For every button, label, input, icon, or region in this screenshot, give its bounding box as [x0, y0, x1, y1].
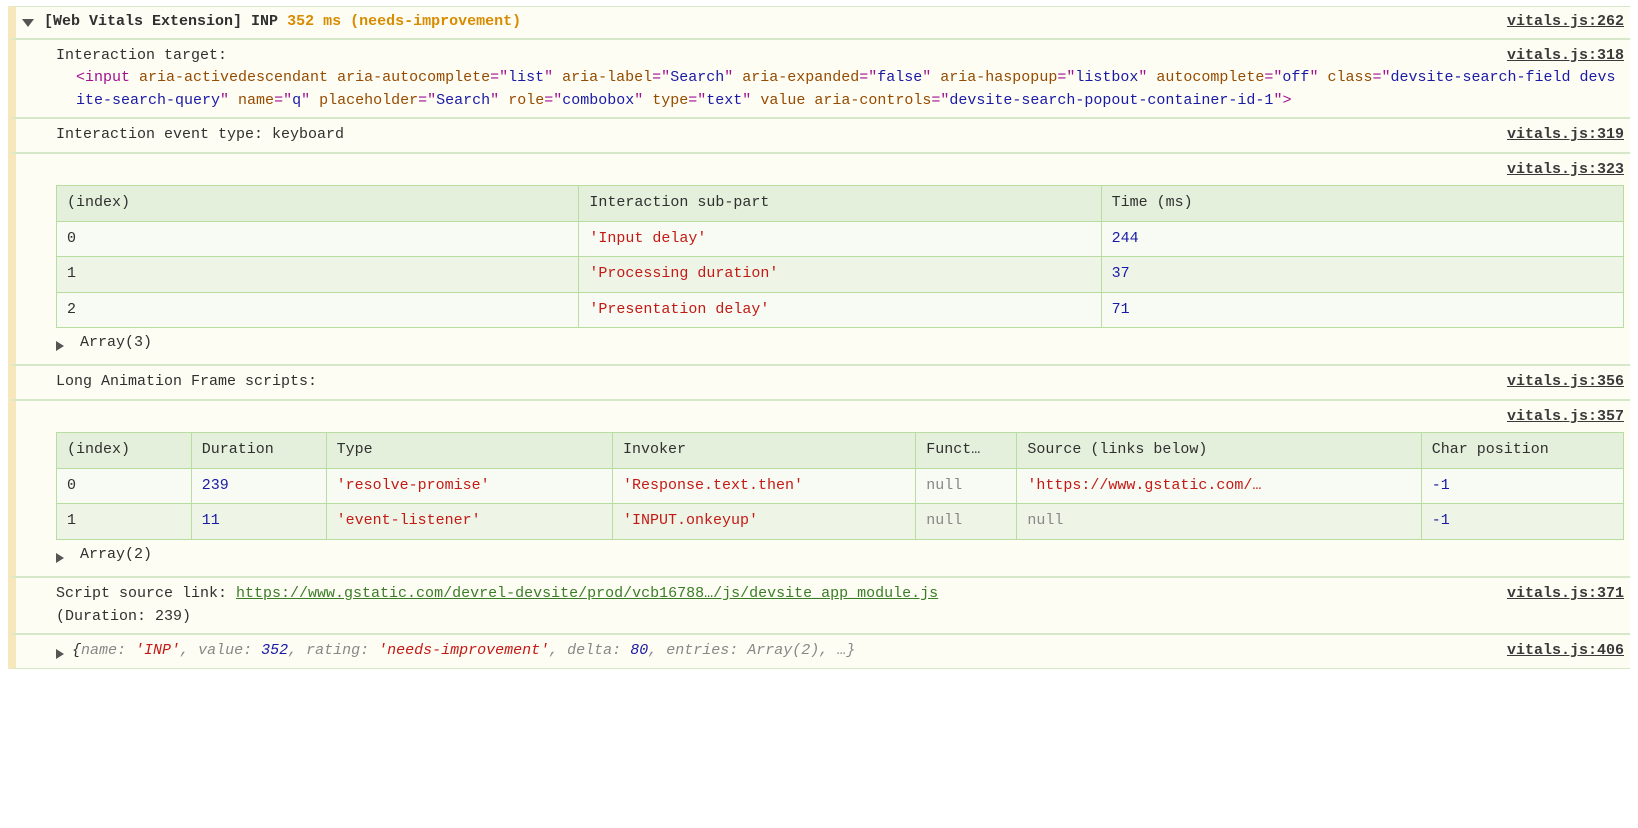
log-table-subparts: vitals.js:323 (index)Interaction sub-par…	[8, 153, 1630, 366]
interaction-target-html: <input aria-activedescendant aria-autoco…	[76, 67, 1624, 112]
table-cell: -1	[1421, 468, 1623, 504]
column-header[interactable]: Char position	[1421, 433, 1623, 469]
table-cell: 11	[191, 504, 326, 540]
subparts-table: (index)Interaction sub-partTime (ms)0'In…	[56, 185, 1624, 328]
table-cell: 1	[57, 504, 192, 540]
log-script-source: Script source link: https://www.gstatic.…	[8, 577, 1630, 634]
group-prefix: [Web Vitals Extension] INP	[44, 11, 278, 34]
log-interaction-target: Interaction target: vitals.js:318 <input…	[8, 39, 1630, 119]
source-link[interactable]: vitals.js:357	[1487, 406, 1624, 429]
table-cell: 71	[1101, 292, 1623, 328]
column-header[interactable]: Funct…	[916, 433, 1017, 469]
table-cell: null	[1017, 504, 1421, 540]
chevron-right-icon[interactable]	[56, 649, 64, 659]
console-group: [Web Vitals Extension] INP 352 ms (needs…	[8, 6, 1630, 669]
table-cell: 'resolve-promise'	[326, 468, 612, 504]
column-header[interactable]: Source (links below)	[1017, 433, 1421, 469]
table-cell: null	[916, 504, 1017, 540]
column-header[interactable]: Type	[326, 433, 612, 469]
column-header[interactable]: Invoker	[613, 433, 916, 469]
table-cell: 244	[1101, 221, 1623, 257]
column-header[interactable]: (index)	[57, 433, 192, 469]
chevron-down-icon[interactable]	[22, 19, 34, 27]
array-toggle[interactable]: Array(2)	[56, 544, 152, 567]
table-cell: 0	[57, 468, 192, 504]
column-header[interactable]: (index)	[57, 186, 579, 222]
column-header[interactable]: Duration	[191, 433, 326, 469]
source-link[interactable]: vitals.js:318	[1487, 45, 1624, 68]
table-cell: 'https://www.gstatic.com/…	[1017, 468, 1421, 504]
table-cell: 'Response.text.then'	[613, 468, 916, 504]
chevron-right-icon	[56, 553, 64, 563]
array-toggle[interactable]: Array(3)	[56, 332, 152, 355]
script-src-url[interactable]: https://www.gstatic.com/devrel-devsite/p…	[236, 585, 938, 602]
source-link[interactable]: vitals.js:319	[1487, 124, 1624, 147]
table-row: 0239'resolve-promise''Response.text.then…	[57, 468, 1624, 504]
source-link[interactable]: vitals.js:406	[1487, 640, 1624, 663]
event-type-text: Interaction event type: keyboard	[56, 124, 344, 147]
table-cell: 'Input delay'	[579, 221, 1101, 257]
interaction-target-label: Interaction target:	[56, 45, 227, 68]
column-header[interactable]: Time (ms)	[1101, 186, 1623, 222]
table-cell: 239	[191, 468, 326, 504]
column-header[interactable]: Interaction sub-part	[579, 186, 1101, 222]
chevron-right-icon	[56, 341, 64, 351]
array-label: Array(3)	[80, 332, 152, 355]
source-link[interactable]: vitals.js:371	[1487, 583, 1624, 628]
log-object: {name: 'INP', value: 352, rating: 'needs…	[8, 634, 1630, 669]
laf-table: (index)DurationTypeInvokerFunct…Source (…	[56, 432, 1624, 540]
table-cell: 2	[57, 292, 579, 328]
table-row: 0'Input delay'244	[57, 221, 1624, 257]
table-cell: 'event-listener'	[326, 504, 612, 540]
table-cell: null	[916, 468, 1017, 504]
source-link[interactable]: vitals.js:323	[1487, 159, 1624, 182]
script-src-suffix: (Duration: 239)	[56, 608, 191, 625]
table-row: 111'event-listener''INPUT.onkeyup'nullnu…	[57, 504, 1624, 540]
table-cell: 0	[57, 221, 579, 257]
script-src-prefix: Script source link:	[56, 585, 236, 602]
table-cell: 37	[1101, 257, 1623, 293]
log-laf-label: Long Animation Frame scripts: vitals.js:…	[8, 365, 1630, 400]
log-event-type: Interaction event type: keyboard vitals.…	[8, 118, 1630, 153]
table-cell: 'Presentation delay'	[579, 292, 1101, 328]
table-cell: 1	[57, 257, 579, 293]
table-row: 1'Processing duration'37	[57, 257, 1624, 293]
table-cell: 'Processing duration'	[579, 257, 1101, 293]
laf-text: Long Animation Frame scripts:	[56, 371, 317, 394]
array-label: Array(2)	[80, 544, 152, 567]
source-link[interactable]: vitals.js:356	[1487, 371, 1624, 394]
object-preview[interactable]: {name: 'INP', value: 352, rating: 'needs…	[72, 640, 1487, 663]
group-header-row[interactable]: [Web Vitals Extension] INP 352 ms (needs…	[8, 6, 1630, 39]
source-link[interactable]: vitals.js:262	[1487, 11, 1624, 34]
table-cell: 'INPUT.onkeyup'	[613, 504, 916, 540]
table-cell: -1	[1421, 504, 1623, 540]
metric-value: 352 ms (needs-improvement)	[287, 11, 521, 34]
table-row: 2'Presentation delay'71	[57, 292, 1624, 328]
log-table-laf: vitals.js:357 (index)DurationTypeInvoker…	[8, 400, 1630, 577]
